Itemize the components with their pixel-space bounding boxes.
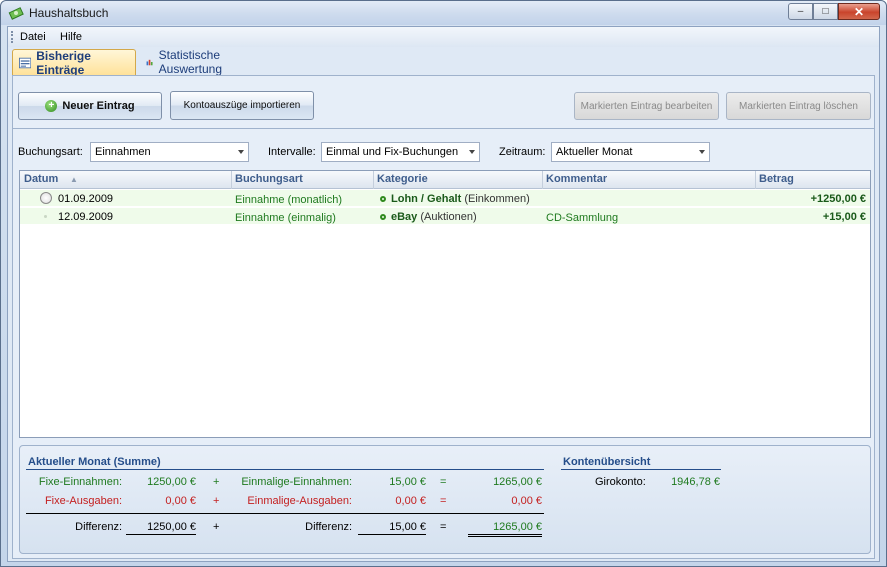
buchungsart-select[interactable]: Einnahmen [90, 142, 249, 162]
giro-value: 1946,78 € [671, 476, 720, 488]
cell-kategorie: Lohn / Gehalt (Einkommen) [380, 193, 530, 205]
col-betrag[interactable]: Betrag [759, 173, 794, 185]
chevron-down-icon [238, 150, 244, 154]
menu-hilfe[interactable]: Hilfe [60, 31, 82, 43]
total-expenses-value: 0,00 € [511, 495, 542, 507]
col-buchungsart[interactable]: Buchungsart [235, 173, 303, 185]
once-income-label: Einmalige-Einnahmen: [241, 476, 352, 488]
tab-statistische-auswertung[interactable]: Statistische Auswertung [140, 48, 234, 76]
buchungsart-value: Einnahmen [95, 146, 151, 158]
column-divider [542, 171, 543, 189]
import-statements-button[interactable]: Kontoauszüge importieren [170, 91, 314, 120]
category-parent: (Einkommen) [464, 193, 530, 205]
fix-expenses-label: Fixe-Ausgaben: [44, 495, 122, 507]
once-income-value: 15,00 € [389, 476, 426, 488]
new-entry-label: Neuer Eintrag [62, 100, 135, 112]
intervalle-select[interactable]: Einmal und Fix-Buchungen [321, 142, 480, 162]
category-bullet-icon [380, 214, 386, 220]
window-title: Haushaltsbuch [29, 6, 109, 20]
col-datum[interactable]: Datum [24, 173, 58, 185]
diff-label: Differenz: [75, 521, 122, 533]
plus-sign: + [213, 495, 220, 507]
buchungsart-label: Buchungsart: [18, 146, 83, 158]
app-window: Haushaltsbuch – □ ✕ Datei Hilfe Bisherig… [0, 0, 887, 567]
entries-panel: + Neuer Eintrag Kontoauszüge importieren… [12, 75, 875, 559]
intervalle-value: Einmal und Fix-Buchungen [326, 146, 459, 158]
entries-table[interactable]: Datum ▲ Buchungsart Kategorie Kommentar … [19, 170, 871, 438]
close-button[interactable]: ✕ [838, 3, 880, 20]
column-divider [231, 171, 232, 189]
summary-divider [26, 469, 544, 470]
cell-betrag: +15,00 € [822, 211, 866, 223]
total-value: 1265,00 € [468, 521, 542, 537]
table-row[interactable]: 01.09.2009 Einnahme (monatlich) Lohn / G… [20, 190, 870, 207]
plus-sign: + [213, 476, 220, 488]
cell-kategorie: eBay (Auktionen) [380, 211, 477, 223]
col-kommentar[interactable]: Kommentar [546, 173, 607, 185]
zeitraum-label: Zeitraum: [499, 146, 546, 158]
table-row[interactable]: 12.09.2009 Einnahme (einmalig) eBay (Auk… [20, 208, 870, 225]
chevron-down-icon [699, 150, 705, 154]
col-kategorie[interactable]: Kategorie [377, 173, 428, 185]
zeitraum-select[interactable]: Aktueller Monat [551, 142, 710, 162]
summary-title: Aktueller Monat (Summe) [28, 456, 161, 468]
menu-grip-icon [11, 31, 13, 43]
sort-ascending-icon: ▲ [70, 175, 78, 184]
diff-once-value: 15,00 € [358, 521, 426, 535]
cell-buchungsart: Einnahme (monatlich) [235, 194, 342, 206]
equals-sign: = [440, 521, 447, 533]
fix-income-value: 1250,00 € [147, 476, 196, 488]
fix-expenses-value: 0,00 € [165, 495, 196, 507]
table-header: Datum ▲ Buchungsart Kategorie Kommentar … [20, 171, 870, 189]
summary-panel: Aktueller Monat (Summe) Fixe-Einnahmen: … [19, 445, 871, 554]
category-name: Lohn / Gehalt [391, 193, 462, 205]
category-name: eBay [391, 211, 418, 223]
cell-buchungsart: Einnahme (einmalig) [235, 212, 336, 224]
single-entry-dot-icon [44, 215, 47, 218]
zeitraum-value: Aktueller Monat [556, 146, 633, 158]
once-expenses-value: 0,00 € [395, 495, 426, 507]
total-income-value: 1265,00 € [493, 476, 542, 488]
toolbar-divider [13, 128, 874, 129]
maximize-button[interactable]: □ [813, 3, 838, 20]
app-money-icon [8, 7, 24, 20]
category-parent: (Auktionen) [420, 211, 477, 223]
summary-rule [26, 513, 544, 514]
minimize-button[interactable]: – [788, 3, 813, 20]
giro-label: Girokonto: [595, 476, 646, 488]
list-icon [19, 57, 32, 68]
bar-chart-icon [146, 59, 153, 66]
accounts-title: Kontenübersicht [563, 456, 651, 468]
cell-kommentar: CD-Sammlung [546, 212, 619, 224]
equals-sign: = [440, 476, 447, 488]
cell-betrag: +1250,00 € [810, 193, 866, 205]
plus-icon: + [45, 100, 58, 112]
tab-label: Statistische Auswertung [158, 48, 223, 76]
tab-label: Bisherige Einträge [36, 48, 91, 77]
once-expenses-label: Einmalige-Ausgaben: [247, 495, 352, 507]
intervalle-label: Intervalle: [268, 146, 316, 158]
diff-once-label: Differenz: [305, 521, 352, 533]
plus-sign: + [213, 521, 220, 533]
diff-fix-value: 1250,00 € [126, 521, 196, 535]
fix-income-label: Fixe-Einnahmen: [38, 476, 122, 488]
cell-datum: 01.09.2009 [58, 193, 114, 205]
chevron-down-icon [469, 150, 475, 154]
column-divider [373, 171, 374, 189]
client-area: Datei Hilfe Bisherige Einträge Statistis… [7, 26, 880, 562]
menu-bar: Datei Hilfe [8, 27, 879, 47]
category-bullet-icon [380, 196, 386, 202]
equals-sign: = [440, 495, 447, 507]
recurring-clock-icon [40, 192, 52, 204]
menu-datei[interactable]: Datei [20, 31, 46, 43]
cell-datum: 12.09.2009 [58, 211, 114, 223]
column-divider [755, 171, 756, 189]
new-entry-button[interactable]: + Neuer Eintrag [18, 92, 162, 120]
delete-entry-button[interactable]: Markierten Eintrag löschen [726, 92, 871, 120]
tab-bisherige-eintraege[interactable]: Bisherige Einträge [12, 48, 136, 77]
accounts-divider [561, 469, 721, 470]
edit-entry-button[interactable]: Markierten Eintrag bearbeiten [574, 92, 719, 120]
title-bar[interactable]: Haushaltsbuch – □ ✕ [1, 1, 886, 25]
